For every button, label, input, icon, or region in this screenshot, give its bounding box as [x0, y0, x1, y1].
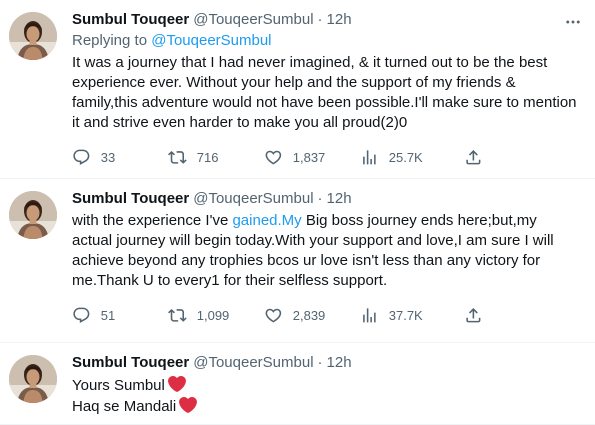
like-button[interactable]: 1,837 — [264, 148, 360, 167]
like-button[interactable]: 2,839 — [264, 306, 360, 325]
tweet-text: with the experience I've gained.My Big b… — [72, 211, 579, 291]
avatar-image — [9, 191, 57, 239]
tweet-header: Sumbul Touqeer @TouqeerSumbul · 12h — [72, 353, 579, 373]
like-count: 2,839 — [292, 307, 326, 323]
tweet-1[interactable]: Sumbul Touqeer @TouqeerSumbul · 12h Repl… — [0, 0, 595, 179]
tweet-actions: 33 716 1,837 25.7K — [72, 137, 502, 177]
views-count: 37.7K — [388, 307, 423, 323]
tweet-3[interactable]: Sumbul Touqeer @TouqeerSumbul · 12h Your… — [0, 343, 595, 425]
timestamp[interactable]: 12h — [327, 353, 352, 373]
like-count: 1,837 — [292, 149, 326, 165]
separator-dot: · — [317, 190, 323, 207]
retweet-button[interactable]: 716 — [168, 148, 264, 167]
red-heart-emoji-icon — [168, 375, 186, 393]
tweet-actions: 51 1,099 2,839 37.7K — [72, 295, 502, 335]
retweet-count: 1,099 — [196, 307, 230, 323]
heart-icon — [264, 306, 283, 325]
reply-count: 33 — [100, 149, 116, 165]
author-handle[interactable]: @TouqeerSumbul — [193, 353, 313, 373]
views-button[interactable]: 37.7K — [360, 306, 464, 325]
tweet-header: Sumbul Touqeer @TouqeerSumbul · 12h — [72, 189, 579, 209]
tweet-content: Sumbul Touqeer @TouqeerSumbul · 12h Your… — [72, 353, 595, 417]
tweet-content: Sumbul Touqeer @TouqeerSumbul · 12h Repl… — [72, 10, 595, 177]
author-name[interactable]: Sumbul Touqeer — [72, 10, 189, 30]
share-icon — [464, 306, 483, 325]
views-button[interactable]: 25.7K — [360, 148, 464, 167]
tweet-line: Haq se Mandali — [72, 396, 579, 417]
comment-icon — [72, 148, 91, 167]
tweet-text: It was a journey that I had never imagin… — [72, 54, 577, 131]
replying-prefix: Replying to — [72, 32, 152, 49]
author-handle[interactable]: @TouqeerSumbul — [193, 10, 313, 30]
analytics-icon — [360, 306, 379, 325]
more-icon[interactable] — [563, 12, 583, 32]
separator-dot: · — [317, 11, 323, 28]
heart-icon — [264, 148, 283, 167]
comment-icon — [72, 306, 91, 325]
red-heart-emoji-icon — [179, 396, 197, 414]
replying-to: Replying to @TouqeerSumbul — [72, 31, 579, 51]
share-button[interactable] — [464, 306, 483, 325]
tweet-text: Yours Sumbul Haq se Mandali — [72, 375, 579, 417]
replying-to-link[interactable]: @TouqeerSumbul — [151, 32, 271, 49]
avatar[interactable] — [9, 191, 57, 239]
retweet-icon — [168, 148, 187, 167]
retweet-count: 716 — [196, 149, 219, 165]
reply-button[interactable]: 51 — [72, 306, 168, 325]
analytics-icon — [360, 148, 379, 167]
author-name[interactable]: Sumbul Touqeer — [72, 189, 189, 209]
retweet-icon — [168, 306, 187, 325]
tweet-text-part: with the experience I've — [72, 212, 233, 229]
avatar-image — [9, 355, 57, 403]
tweet-line: Yours Sumbul — [72, 375, 579, 396]
tweet-link[interactable]: gained.My — [232, 212, 301, 229]
timestamp[interactable]: 12h — [327, 189, 352, 209]
tweet-2[interactable]: Sumbul Touqeer @TouqeerSumbul · 12h with… — [0, 179, 595, 343]
avatar[interactable] — [9, 12, 57, 60]
share-button[interactable] — [464, 148, 483, 167]
tweet-content: Sumbul Touqeer @TouqeerSumbul · 12h with… — [72, 189, 595, 335]
views-count: 25.7K — [388, 149, 423, 165]
tweet-line-text: Haq se Mandali — [72, 398, 177, 415]
share-icon — [464, 148, 483, 167]
tweet-header: Sumbul Touqeer @TouqeerSumbul · 12h — [72, 10, 579, 30]
reply-button[interactable]: 33 — [72, 148, 168, 167]
author-name[interactable]: Sumbul Touqeer — [72, 353, 189, 373]
avatar-image — [9, 12, 57, 60]
separator-dot: · — [317, 354, 323, 371]
reply-count: 51 — [100, 307, 116, 323]
timestamp[interactable]: 12h — [327, 10, 352, 30]
author-handle[interactable]: @TouqeerSumbul — [193, 189, 313, 209]
tweet-line-text: Yours Sumbul — [72, 377, 165, 394]
avatar[interactable] — [9, 355, 57, 403]
retweet-button[interactable]: 1,099 — [168, 306, 264, 325]
